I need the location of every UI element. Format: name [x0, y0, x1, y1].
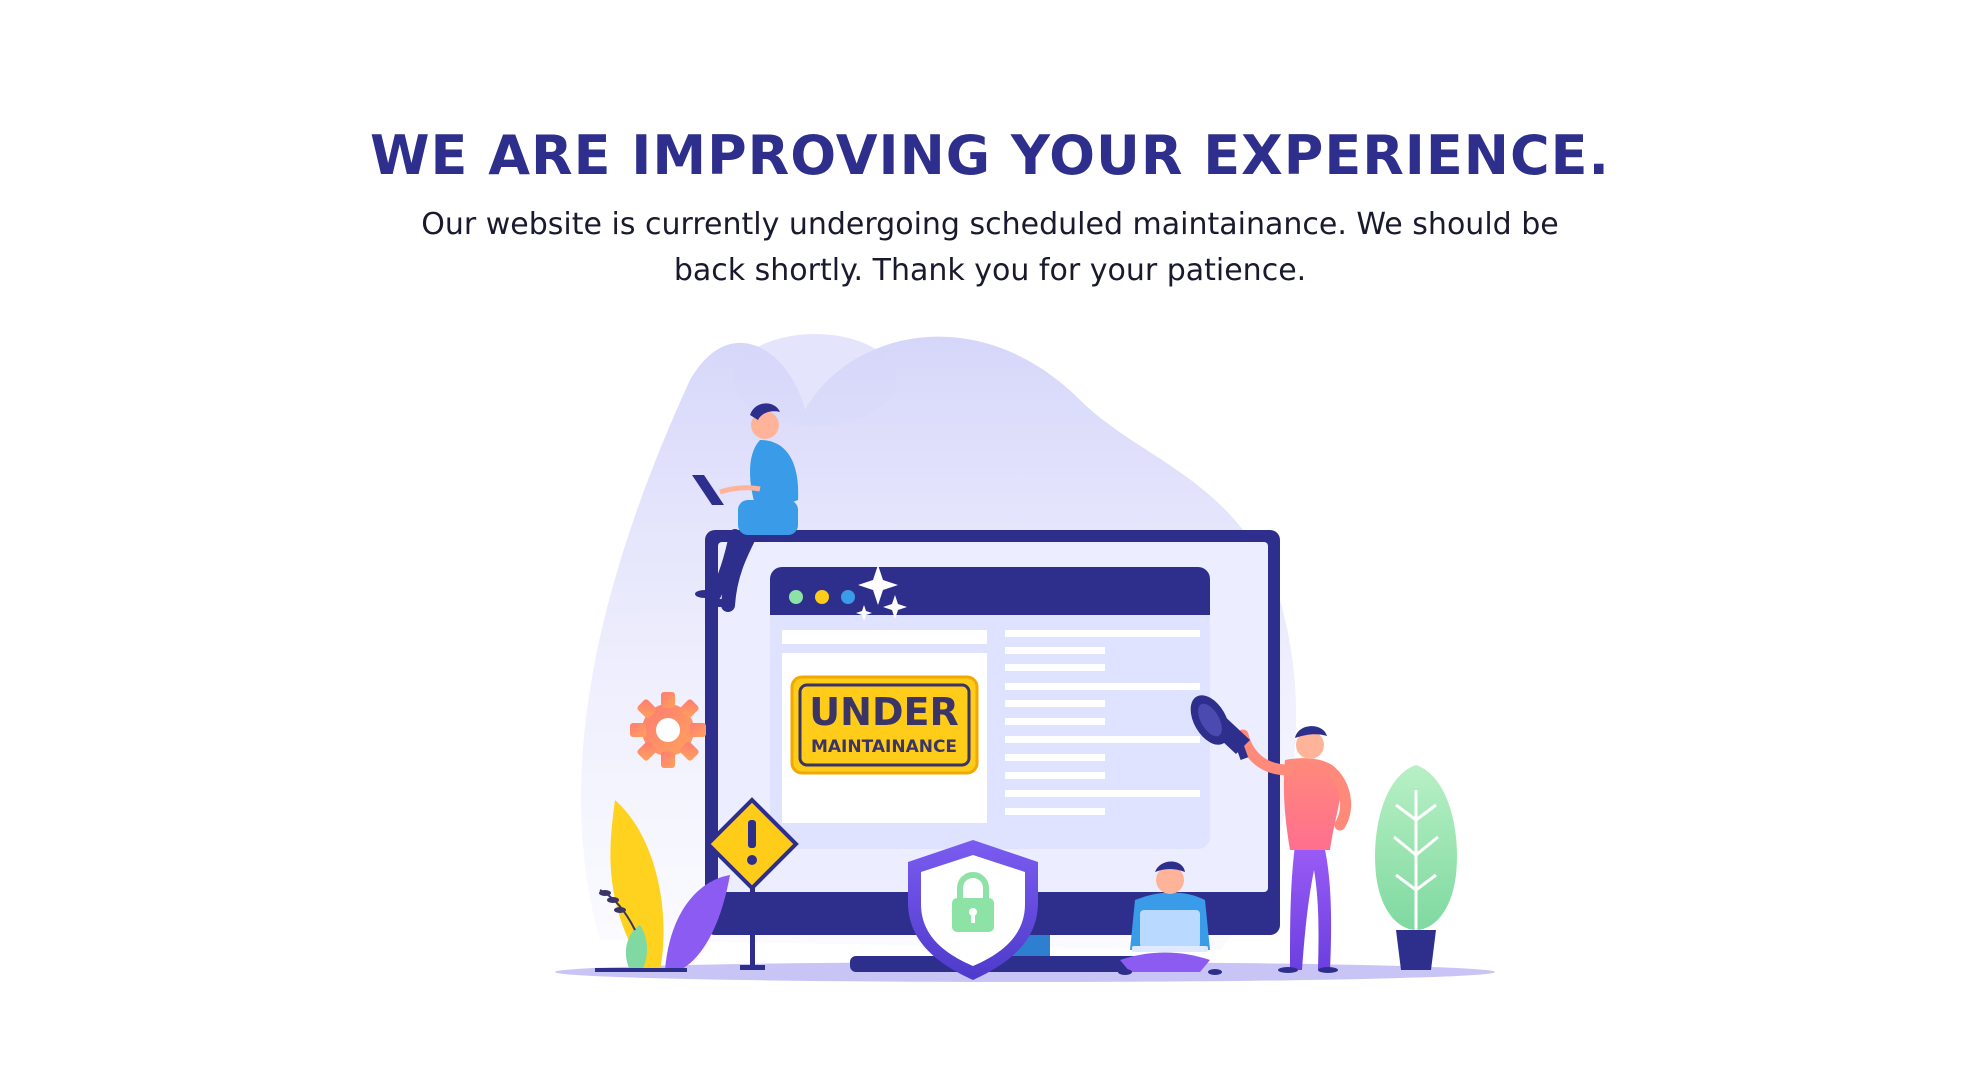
- window-dot-yellow: [815, 590, 829, 604]
- maintenance-illustration: UNDER MAINTAINANCE: [555, 334, 1495, 982]
- sign-line-under: UNDER: [809, 690, 958, 734]
- window-dot-blue: [841, 590, 855, 604]
- window-dot-green: [789, 590, 803, 604]
- gear-icon: [630, 692, 706, 768]
- sign-line-maintainance: MAINTAINANCE: [811, 737, 957, 757]
- under-maintenance-sign: UNDER MAINTAINANCE: [790, 675, 979, 775]
- maintenance-message: Our website is currently undergoing sche…: [421, 207, 1559, 288]
- potted-plant: [1375, 765, 1457, 970]
- page-headline: WE ARE IMPROVING YOUR EXPERIENCE.: [369, 124, 1611, 187]
